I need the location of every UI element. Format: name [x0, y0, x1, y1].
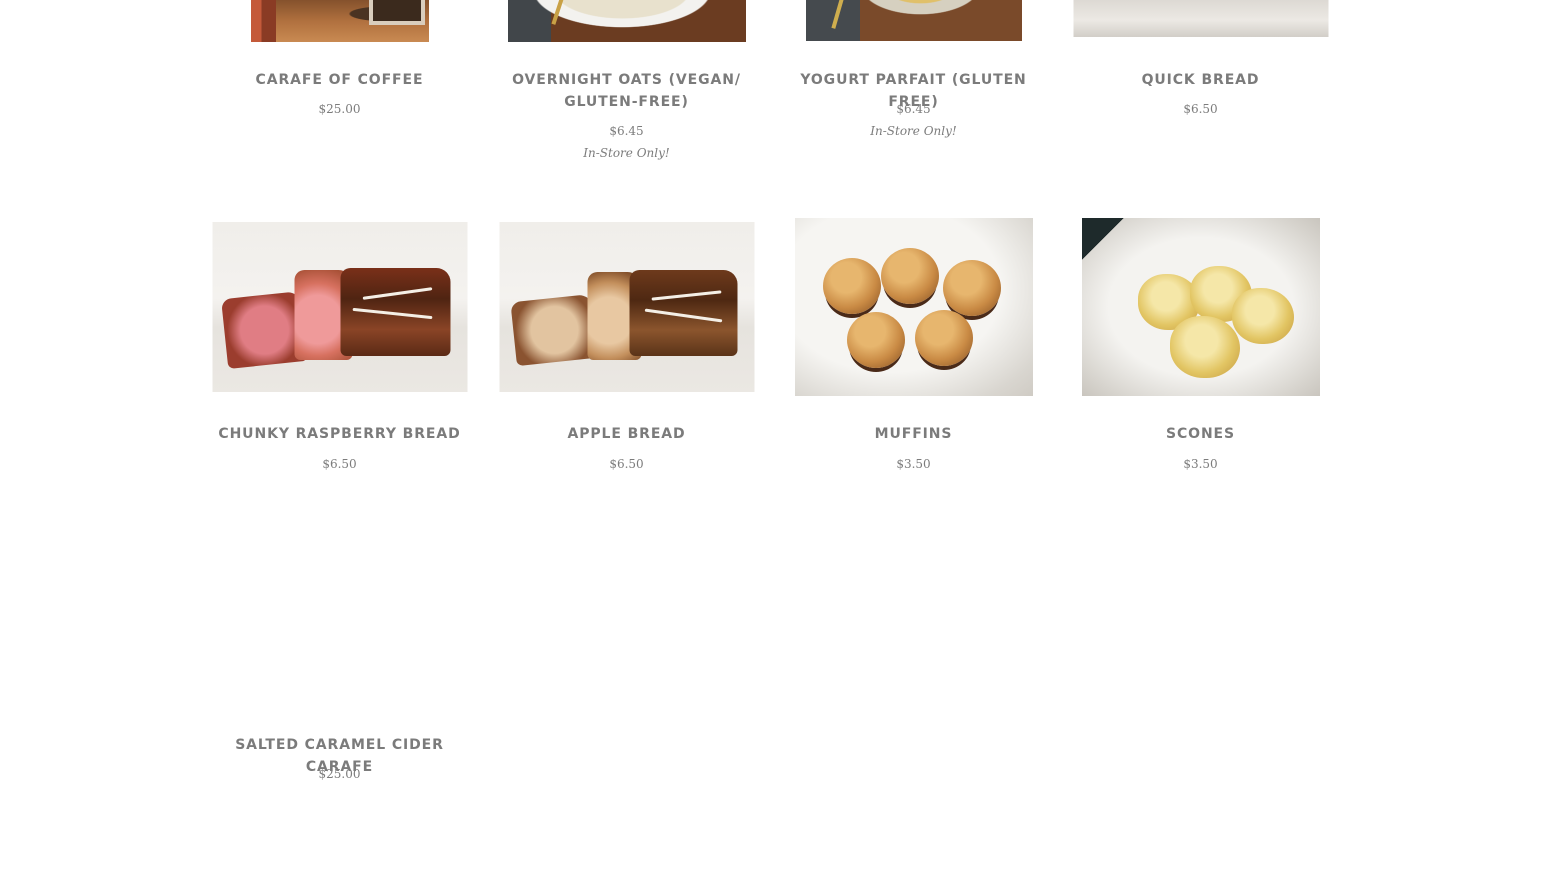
- product-image-apple-bread[interactable]: [499, 222, 754, 392]
- product-title[interactable]: Muffins: [770, 423, 1057, 445]
- product-card-apple-bread[interactable]: Apple Bread $6.50: [483, 0, 770, 490]
- product-price: $25.00: [318, 767, 361, 781]
- product-image-scones[interactable]: [1081, 218, 1320, 396]
- product-card-scones[interactable]: Scones $3.50: [1057, 0, 1344, 490]
- product-price: $6.50: [609, 457, 644, 471]
- product-card-salted-caramel-cider-carafe[interactable]: Salted Caramel Cider Carafe $25.00: [196, 0, 483, 800]
- product-card-muffins[interactable]: Muffins $3.50: [770, 0, 1057, 490]
- product-image-salted-caramel-cider-carafe[interactable]: [212, 540, 467, 710]
- product-image-muffins[interactable]: [794, 218, 1033, 396]
- product-price: $3.50: [896, 457, 931, 471]
- product-title[interactable]: Apple Bread: [483, 423, 770, 445]
- product-price: $3.50: [1183, 457, 1218, 471]
- product-title[interactable]: Scones: [1057, 423, 1344, 445]
